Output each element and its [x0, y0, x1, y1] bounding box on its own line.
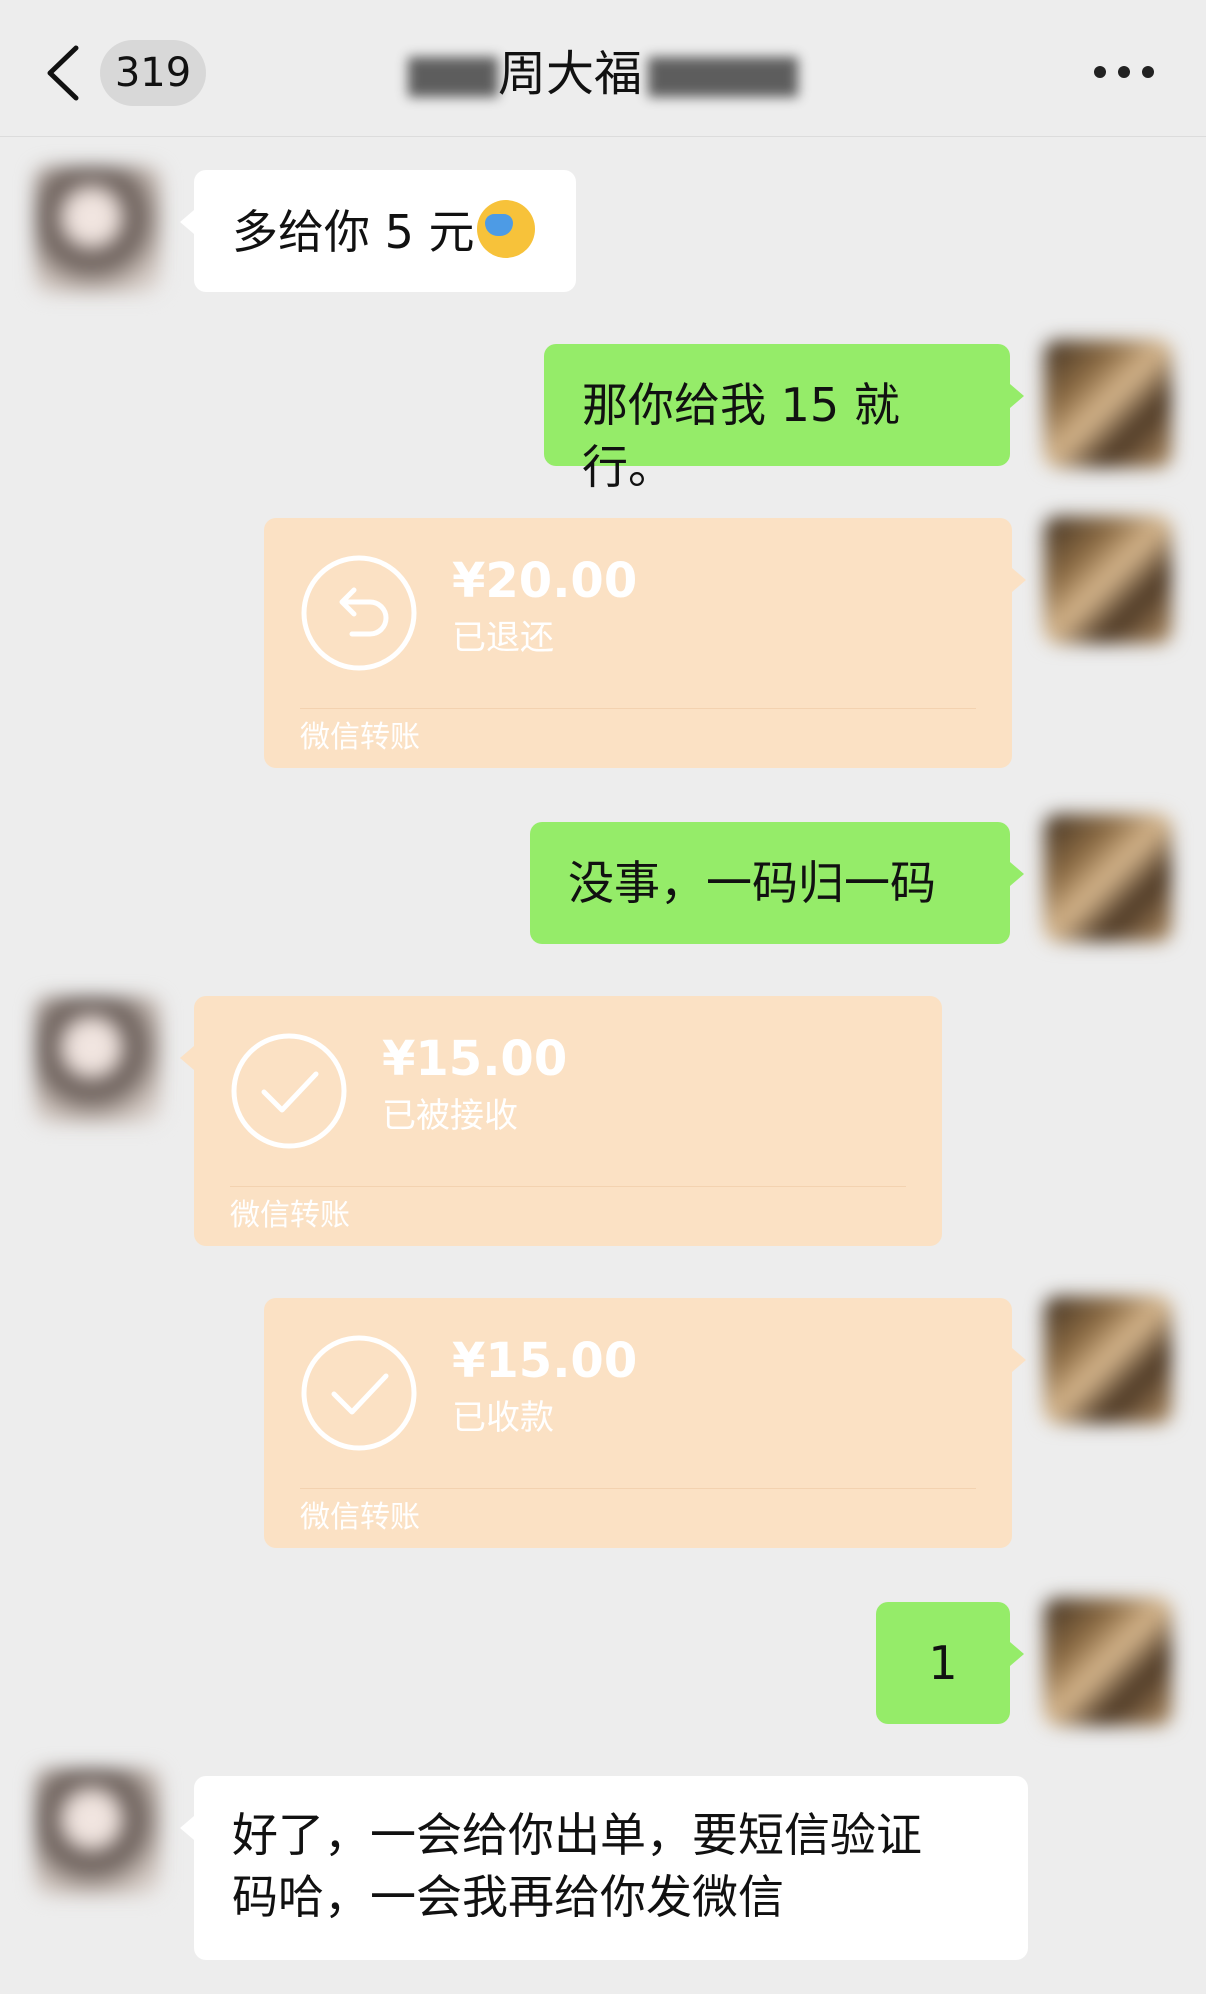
chat-header: 319 周大福	[0, 0, 1206, 137]
avatar[interactable]	[34, 166, 162, 294]
avatar[interactable]	[34, 996, 162, 1124]
unread-count-badge[interactable]: 319	[100, 40, 206, 106]
chat-title-text: 周大福	[497, 46, 642, 102]
chevron-left-icon[interactable]	[40, 42, 88, 104]
divider	[300, 708, 976, 709]
transfer-amount: ¥20.00	[452, 553, 638, 609]
transfer-card[interactable]: ¥15.00 已被接收 微信转账	[180, 996, 942, 1246]
transfer-status: 已被接收	[382, 1096, 518, 1136]
message-text-line: 码哈，一会我再给你发微信	[232, 1870, 784, 1924]
transfer-footer: 微信转账	[300, 720, 420, 755]
transfer-status: 已收款	[452, 1398, 554, 1438]
message-text: 多给你 5 元	[232, 205, 475, 259]
avatar[interactable]	[1044, 1598, 1172, 1726]
transfer-footer: 微信转账	[230, 1198, 350, 1233]
divider	[230, 1186, 906, 1187]
message-text: 1	[928, 1636, 958, 1690]
transfer-amount: ¥15.00	[382, 1031, 568, 1087]
transfer-amount: ¥15.00	[452, 1333, 638, 1389]
check-circle-icon	[231, 1033, 347, 1149]
message-bubble[interactable]: 多给你 5 元	[180, 170, 576, 292]
avatar[interactable]	[1044, 516, 1172, 644]
avatar[interactable]	[34, 1768, 162, 1896]
message-bubble[interactable]: 1	[876, 1602, 1024, 1724]
more-options-icon[interactable]	[1094, 58, 1154, 88]
redacted-text	[407, 57, 498, 97]
check-circle-icon	[301, 1335, 417, 1451]
transfer-footer: 微信转账	[300, 1500, 420, 1535]
message-bubble[interactable]: 那你给我 15 就行。	[544, 344, 1024, 494]
divider	[300, 1488, 976, 1489]
transfer-card[interactable]: ¥15.00 已收款 微信转账	[264, 1298, 1026, 1548]
transfer-card[interactable]: ¥20.00 已退还 微信转账	[264, 518, 1026, 768]
message-bubble[interactable]: 没事，一码归一码	[530, 822, 1024, 944]
avatar[interactable]	[1044, 814, 1172, 942]
message-text: 没事，一码归一码	[568, 856, 936, 910]
avatar[interactable]	[1044, 340, 1172, 468]
message-text-line: 好了，一会给你出单，要短信验证	[232, 1808, 922, 1862]
redacted-text	[648, 57, 798, 97]
avatar[interactable]	[1044, 1296, 1172, 1424]
return-icon	[301, 555, 417, 671]
facepalm-emoji-icon	[476, 200, 535, 258]
transfer-status: 已退还	[452, 618, 554, 658]
message-text: 那你给我 15 就行。	[582, 378, 900, 494]
message-bubble[interactable]: 好了，一会给你出单，要短信验证 码哈，一会我再给你发微信	[180, 1776, 1028, 1960]
chat-title: 周大福	[300, 44, 906, 104]
